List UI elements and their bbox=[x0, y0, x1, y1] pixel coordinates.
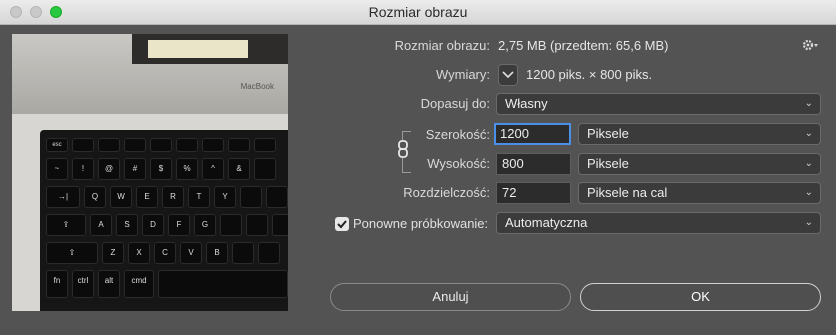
key: W bbox=[110, 186, 132, 208]
width-unit-select[interactable]: Piksele ⌄ bbox=[578, 123, 821, 145]
key bbox=[254, 138, 276, 152]
dimensions-label: Wymiary: bbox=[435, 67, 490, 82]
resample-select[interactable]: Automatyczna ⌄ bbox=[496, 212, 821, 234]
cancel-button[interactable]: Anuluj bbox=[330, 283, 571, 311]
key: ! bbox=[72, 158, 94, 180]
key: Y bbox=[214, 186, 236, 208]
key: G bbox=[194, 214, 216, 236]
key: fn bbox=[46, 270, 68, 298]
chevron-down-icon: ⌄ bbox=[804, 128, 813, 139]
key: A bbox=[90, 214, 112, 236]
chevron-down-icon: ⌄ bbox=[804, 158, 813, 169]
resolution-input[interactable]: 72 bbox=[496, 182, 571, 204]
resolution-unit-value: Piksele na cal bbox=[587, 185, 668, 200]
image-size-label: Rozmiar obrazu: bbox=[394, 38, 490, 53]
key: @ bbox=[98, 158, 120, 180]
key: Q bbox=[84, 186, 106, 208]
key bbox=[258, 242, 280, 264]
key: S bbox=[116, 214, 138, 236]
key: esc bbox=[46, 138, 68, 152]
fit-to-value: Własny bbox=[505, 96, 548, 111]
key: D bbox=[142, 214, 164, 236]
image-size-dialog: Rozmiar obrazu MacBook esc ~ ! @ # $ % ^ bbox=[0, 0, 836, 335]
key: ⇪ bbox=[46, 214, 86, 236]
height-unit-value: Piksele bbox=[587, 156, 629, 171]
key: T bbox=[188, 186, 210, 208]
key: cmd bbox=[124, 270, 154, 298]
window-title: Rozmiar obrazu bbox=[368, 4, 468, 20]
chevron-down-icon: ⌄ bbox=[804, 187, 813, 198]
dimensions-units-toggle[interactable] bbox=[498, 64, 518, 86]
key: F bbox=[168, 214, 190, 236]
key: % bbox=[176, 158, 198, 180]
height-label: Wysokość: bbox=[427, 156, 490, 171]
fit-to-label: Dopasuj do: bbox=[420, 96, 490, 111]
key bbox=[72, 138, 94, 152]
resample-label: Ponowne próbkowanie: bbox=[353, 216, 489, 231]
key: ctrl bbox=[72, 270, 94, 298]
key: $ bbox=[150, 158, 172, 180]
key bbox=[228, 138, 250, 152]
chevron-down-icon bbox=[502, 71, 514, 79]
resolution-label: Rozdzielczość: bbox=[403, 185, 490, 200]
width-label: Szerokość: bbox=[425, 127, 490, 142]
dimensions-value: 1200 piks. × 800 piks. bbox=[526, 67, 653, 82]
key bbox=[98, 138, 120, 152]
height-unit-select[interactable]: Piksele ⌄ bbox=[578, 153, 821, 175]
key: ~ bbox=[46, 158, 68, 180]
keyboard: esc ~ ! @ # $ % ^ & →| Q W E R T Y ⇪ A S… bbox=[40, 130, 288, 311]
key: ^ bbox=[202, 158, 224, 180]
key: R bbox=[162, 186, 184, 208]
resample-value: Automatyczna bbox=[505, 215, 588, 230]
width-input[interactable]: 1200 bbox=[494, 123, 571, 145]
key: alt bbox=[98, 270, 120, 298]
title-bar: Rozmiar obrazu bbox=[0, 0, 836, 25]
chevron-down-icon: ⌄ bbox=[804, 98, 813, 109]
resample-checkbox[interactable] bbox=[335, 217, 349, 231]
key: & bbox=[228, 158, 250, 180]
key bbox=[158, 270, 288, 298]
key: X bbox=[128, 242, 150, 264]
gear-icon[interactable] bbox=[802, 38, 820, 52]
width-unit-value: Piksele bbox=[587, 126, 629, 141]
key bbox=[254, 158, 276, 180]
key bbox=[202, 138, 224, 152]
key bbox=[176, 138, 198, 152]
key: V bbox=[180, 242, 202, 264]
key bbox=[124, 138, 146, 152]
laptop-screen bbox=[148, 40, 248, 58]
key bbox=[240, 186, 262, 208]
key bbox=[246, 214, 268, 236]
chevron-down-icon: ⌄ bbox=[804, 217, 813, 228]
key bbox=[232, 242, 254, 264]
key: B bbox=[206, 242, 228, 264]
key: Z bbox=[102, 242, 124, 264]
height-input[interactable]: 800 bbox=[496, 153, 571, 175]
resolution-unit-select[interactable]: Piksele na cal ⌄ bbox=[578, 182, 821, 204]
checkmark-icon bbox=[337, 220, 347, 229]
key: C bbox=[154, 242, 176, 264]
ok-button[interactable]: OK bbox=[580, 283, 821, 311]
key: →| bbox=[46, 186, 80, 208]
fit-to-select[interactable]: Własny ⌄ bbox=[496, 93, 821, 115]
key: # bbox=[124, 158, 146, 180]
key bbox=[266, 186, 288, 208]
key bbox=[150, 138, 172, 152]
link-icon[interactable] bbox=[396, 140, 410, 158]
key bbox=[220, 214, 242, 236]
key: E bbox=[136, 186, 158, 208]
image-size-value: 2,75 MB (przedtem: 65,6 MB) bbox=[498, 38, 669, 53]
key: ⇧ bbox=[46, 242, 98, 264]
key bbox=[272, 214, 288, 236]
image-preview[interactable]: MacBook esc ~ ! @ # $ % ^ & →| Q W E R T… bbox=[12, 34, 288, 311]
laptop-brand-text: MacBook bbox=[240, 82, 274, 91]
